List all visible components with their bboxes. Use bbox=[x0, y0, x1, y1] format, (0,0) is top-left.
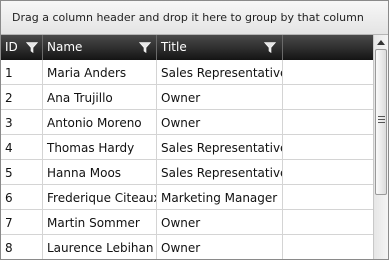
cell-empty bbox=[283, 85, 373, 109]
column-header-title[interactable]: Title bbox=[157, 35, 283, 60]
column-header-empty bbox=[283, 35, 373, 60]
cell-name: Ana Trujillo bbox=[43, 85, 157, 109]
cell-title: Owner bbox=[157, 85, 283, 109]
column-header-name[interactable]: Name bbox=[43, 35, 157, 60]
table-row[interactable]: 3 Antonio Moreno Owner bbox=[1, 110, 373, 135]
funnel-icon[interactable] bbox=[139, 42, 151, 53]
table-row[interactable]: 1 Maria Anders Sales Representative bbox=[1, 60, 373, 85]
cell-id: 5 bbox=[1, 160, 43, 184]
cell-name: Maria Anders bbox=[43, 60, 157, 84]
vertical-scrollbar[interactable] bbox=[373, 35, 388, 259]
cell-title: Sales Representative bbox=[157, 160, 283, 184]
cell-id: 8 bbox=[1, 235, 43, 259]
table-row[interactable]: 2 Ana Trujillo Owner bbox=[1, 85, 373, 110]
column-header-label: ID bbox=[5, 40, 18, 54]
cell-name: Laurence Lebihan bbox=[43, 235, 157, 259]
funnel-icon[interactable] bbox=[264, 42, 276, 53]
cell-title: Sales Representative bbox=[157, 60, 283, 84]
grip-line bbox=[378, 116, 385, 117]
cell-name: Hanna Moos bbox=[43, 160, 157, 184]
column-header-label: Title bbox=[161, 40, 187, 54]
funnel-icon[interactable] bbox=[26, 42, 38, 53]
cell-empty bbox=[283, 160, 373, 184]
cell-title: Marketing Manager bbox=[157, 185, 283, 209]
cell-name: Martin Sommer bbox=[43, 210, 157, 234]
grip-line bbox=[378, 122, 385, 123]
cell-name: Thomas Hardy bbox=[43, 135, 157, 159]
cell-empty bbox=[283, 60, 373, 84]
cell-id: 4 bbox=[1, 135, 43, 159]
column-header-row: ID Name Title bbox=[1, 35, 373, 60]
table-row[interactable]: 8 Laurence Lebihan Owner bbox=[1, 235, 373, 259]
group-by-panel[interactable]: Drag a column header and drop it here to… bbox=[1, 1, 388, 35]
column-header-id[interactable]: ID bbox=[1, 35, 43, 60]
cell-id: 6 bbox=[1, 185, 43, 209]
grid-body: 1 Maria Anders Sales Representative 2 An… bbox=[1, 60, 373, 259]
cell-id: 2 bbox=[1, 85, 43, 109]
cell-empty bbox=[283, 135, 373, 159]
arrow-up-icon bbox=[377, 39, 385, 45]
cell-empty bbox=[283, 210, 373, 234]
cell-name: Frederique Citeaux bbox=[43, 185, 157, 209]
cell-title: Sales Representative bbox=[157, 135, 283, 159]
cell-id: 3 bbox=[1, 110, 43, 134]
table-row[interactable]: 6 Frederique Citeaux Marketing Manager bbox=[1, 185, 373, 210]
table-row[interactable]: 7 Martin Sommer Owner bbox=[1, 210, 373, 235]
cell-id: 7 bbox=[1, 210, 43, 234]
cell-title: Owner bbox=[157, 210, 283, 234]
table-row[interactable]: 4 Thomas Hardy Sales Representative bbox=[1, 135, 373, 160]
cell-id: 1 bbox=[1, 60, 43, 84]
grip-line bbox=[378, 119, 385, 120]
cell-empty bbox=[283, 110, 373, 134]
table-row[interactable]: 5 Hanna Moos Sales Representative bbox=[1, 160, 373, 185]
cell-name: Antonio Moreno bbox=[43, 110, 157, 134]
cell-title: Owner bbox=[157, 110, 283, 134]
group-by-hint: Drag a column header and drop it here to… bbox=[12, 11, 364, 24]
column-header-label: Name bbox=[47, 40, 83, 54]
cell-title: Owner bbox=[157, 235, 283, 259]
cell-empty bbox=[283, 185, 373, 209]
scroll-up-button[interactable] bbox=[374, 35, 388, 49]
cell-empty bbox=[283, 235, 373, 259]
data-grid: Drag a column header and drop it here to… bbox=[0, 0, 389, 260]
scrollbar-thumb[interactable] bbox=[375, 49, 387, 195]
